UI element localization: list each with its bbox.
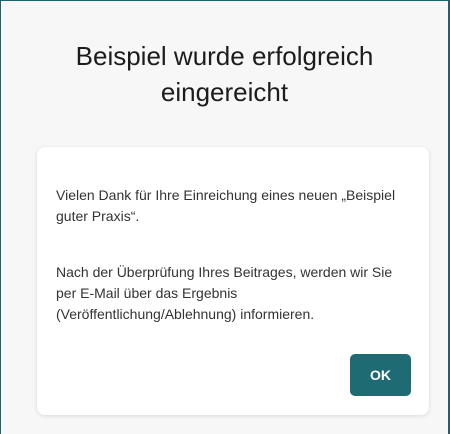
ok-button[interactable]: OK xyxy=(350,354,411,396)
thank-you-text: Vielen Dank für Ihre Einreichung eines n… xyxy=(56,187,396,224)
review-info-text: Nach der Überprüfung Ihres Beitrages, we… xyxy=(56,264,393,322)
submission-success-dialog: Beispiel wurde erfolgreich eingereicht V… xyxy=(0,0,450,434)
message-card: Vielen Dank für Ihre Einreichung eines n… xyxy=(37,147,429,415)
dialog-title: Beispiel wurde erfolgreich eingereicht xyxy=(75,41,374,107)
